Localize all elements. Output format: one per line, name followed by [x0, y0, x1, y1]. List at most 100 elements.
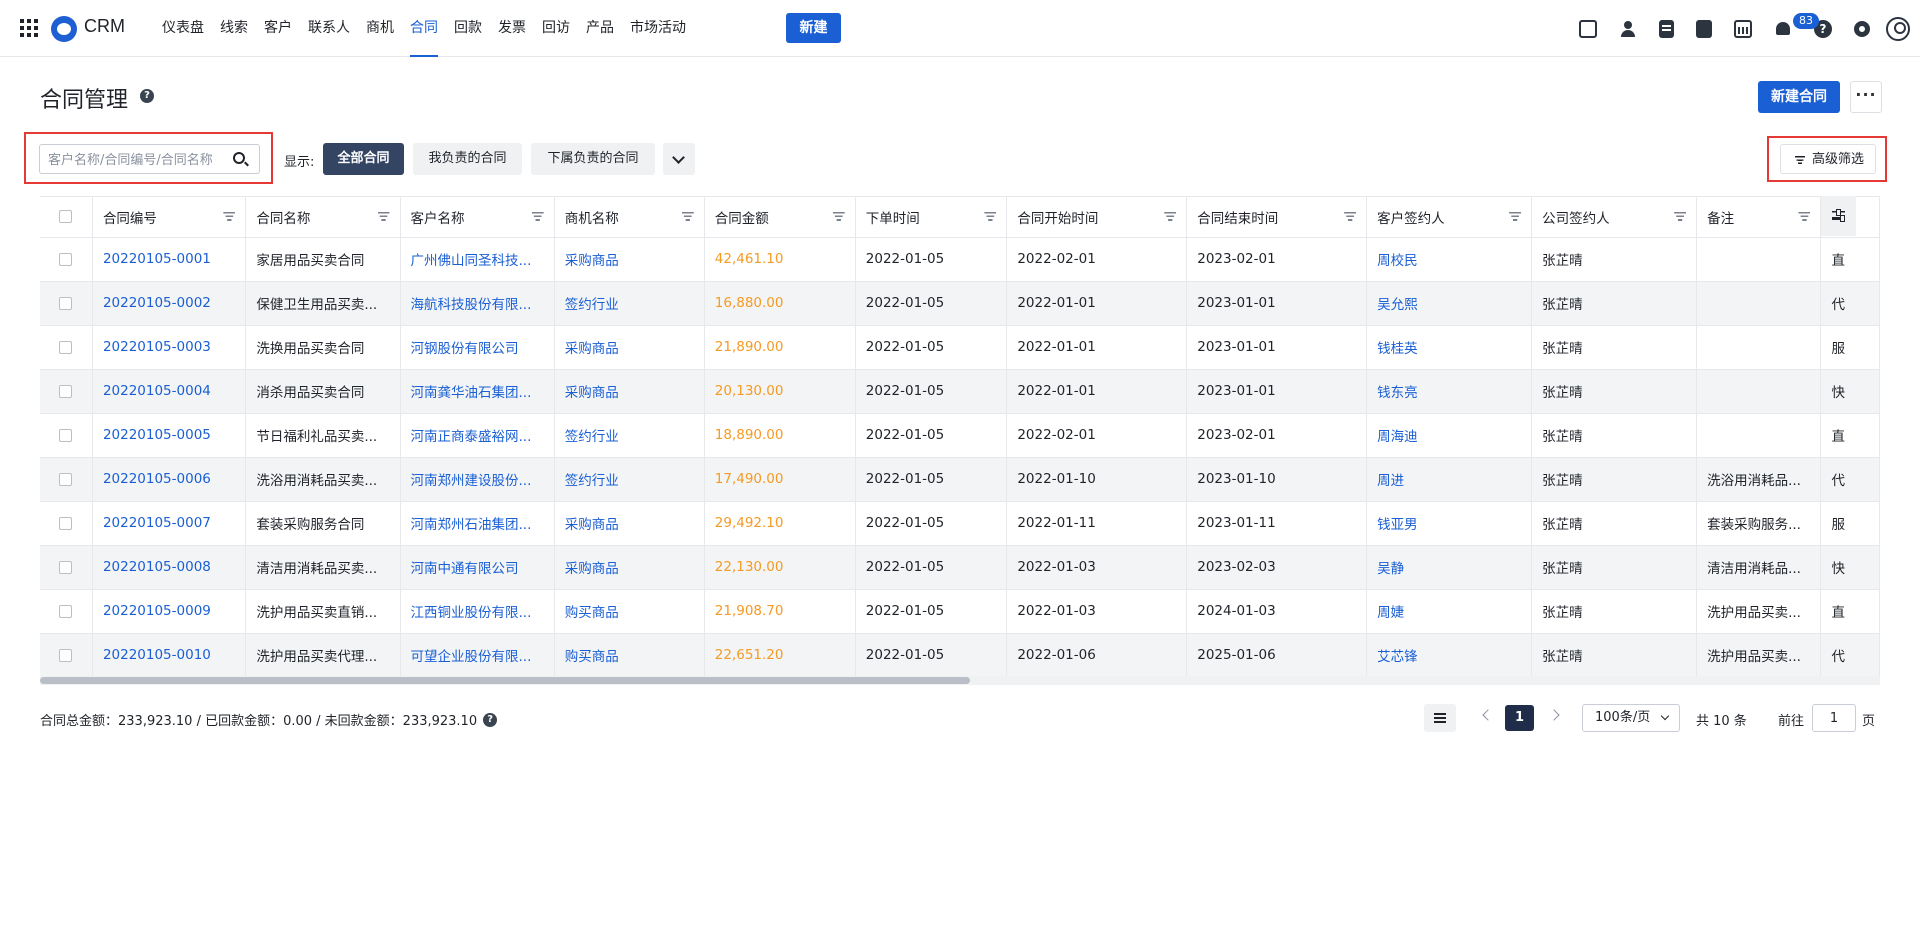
table-cell-3[interactable]: 采购商品	[554, 237, 705, 282]
advanced-filter-button[interactable]: 高级筛选	[1780, 144, 1876, 174]
apps-grid-icon[interactable]	[20, 19, 38, 37]
table-cell-0[interactable]: 20220105-0008	[92, 545, 247, 590]
nav-item-10[interactable]: 市场活动	[622, 0, 694, 57]
new-contract-button[interactable]: 新建合同	[1758, 81, 1840, 113]
table-cell-2[interactable]: 海航科技股份有限...	[400, 281, 555, 326]
nav-item-6[interactable]: 回款	[446, 0, 490, 57]
page-size-select[interactable]: 100条/页	[1582, 704, 1680, 732]
column-filter-icon[interactable]	[223, 212, 236, 221]
calendar-icon[interactable]	[1734, 19, 1752, 38]
row-checkbox[interactable]	[59, 296, 73, 310]
row-checkbox-cell[interactable]	[40, 237, 93, 282]
table-cell-3[interactable]: 购买商品	[554, 589, 705, 634]
column-header-5[interactable]: 下单时间	[855, 197, 1008, 238]
row-checkbox-cell[interactable]	[40, 413, 93, 458]
avatar-icon[interactable]	[1886, 16, 1910, 41]
column-header-4[interactable]: 合同金额	[704, 197, 856, 238]
phone-icon[interactable]	[1696, 19, 1712, 38]
row-checkbox[interactable]	[59, 384, 73, 398]
segment-my-contracts[interactable]: 我负责的合同	[413, 143, 522, 175]
document-icon[interactable]	[1659, 19, 1674, 38]
row-checkbox[interactable]	[59, 472, 73, 486]
bell-icon[interactable]	[1774, 20, 1792, 38]
table-cell-2[interactable]: 河南郑州石油集团...	[400, 501, 555, 546]
more-options-button[interactable]: ···	[1850, 81, 1882, 113]
segment-subordinate-contracts[interactable]: 下属负责的合同	[531, 143, 655, 175]
column-header-1[interactable]: 合同名称	[245, 197, 401, 238]
row-checkbox-cell[interactable]	[40, 281, 93, 326]
prev-page-icon[interactable]	[1482, 709, 1494, 721]
table-cell-8[interactable]: 周进	[1366, 457, 1533, 502]
task-check-icon[interactable]	[1579, 19, 1597, 38]
column-filter-icon[interactable]	[1798, 212, 1811, 221]
table-cell-3[interactable]: 签约行业	[554, 281, 705, 326]
table-cell-8[interactable]: 艾芯锋	[1366, 633, 1533, 678]
list-view-icon[interactable]	[1424, 704, 1456, 732]
table-cell-2[interactable]: 广州佛山同圣科技...	[400, 237, 555, 282]
nav-item-0[interactable]: 仪表盘	[154, 0, 212, 57]
gear-icon[interactable]	[1854, 20, 1870, 37]
table-row[interactable]: 20220105-0003 洗换用品买卖合同 河钢股份有限公司 采购商品 21,890.…	[40, 325, 1880, 370]
column-settings-icon[interactable]	[1821, 196, 1856, 236]
table-cell-0[interactable]: 20220105-0002	[92, 281, 247, 326]
column-filter-icon[interactable]	[832, 212, 845, 221]
table-cell-3[interactable]: 签约行业	[554, 457, 705, 502]
column-header-0[interactable]: 合同编号	[92, 197, 247, 238]
table-cell-0[interactable]: 20220105-0010	[92, 633, 247, 678]
row-checkbox[interactable]	[59, 560, 73, 574]
table-cell-2[interactable]: 河钢股份有限公司	[400, 325, 555, 370]
table-row[interactable]: 20220105-0005 节日福利礼品买卖... 河南正商泰盛裕网... 签约行业 1…	[40, 413, 1880, 458]
row-checkbox[interactable]	[59, 252, 73, 266]
scrollbar-thumb[interactable]	[40, 677, 970, 684]
table-row[interactable]: 20220105-0006 洗浴用消耗品买卖... 河南郑州建设股份... 签约行业 1…	[40, 457, 1880, 502]
table-cell-8[interactable]: 钱桂英	[1366, 325, 1533, 370]
row-checkbox[interactable]	[59, 516, 73, 530]
select-all-checkbox-cell[interactable]	[40, 197, 93, 238]
column-filter-icon[interactable]	[1164, 212, 1177, 221]
goto-page-input[interactable]	[1812, 704, 1856, 732]
row-checkbox-cell[interactable]	[40, 325, 93, 370]
select-all-checkbox[interactable]	[59, 210, 73, 224]
column-filter-icon[interactable]	[1674, 212, 1687, 221]
row-checkbox-cell[interactable]	[40, 501, 93, 546]
table-cell-0[interactable]: 20220105-0005	[92, 413, 247, 458]
column-header-8[interactable]: 客户签约人	[1366, 197, 1533, 238]
table-cell-8[interactable]: 吴静	[1366, 545, 1533, 590]
table-cell-2[interactable]: 河南龚华油石集团...	[400, 369, 555, 414]
next-page-icon[interactable]	[1548, 709, 1560, 721]
table-row[interactable]: 20220105-0010 洗护用品买卖代理... 可望企业股份有限... 购买商品 2…	[40, 633, 1880, 678]
current-page-button[interactable]: 1	[1505, 705, 1534, 731]
table-cell-3[interactable]: 采购商品	[554, 325, 705, 370]
row-checkbox-cell[interactable]	[40, 589, 93, 634]
table-cell-0[interactable]: 20220105-0001	[92, 237, 247, 282]
chevron-down-icon[interactable]	[663, 143, 695, 175]
title-help-icon[interactable]: ?	[140, 89, 154, 103]
table-cell-3[interactable]: 购买商品	[554, 633, 705, 678]
table-cell-0[interactable]: 20220105-0004	[92, 369, 247, 414]
segment-all-contracts[interactable]: 全部合同	[323, 143, 404, 175]
column-filter-icon[interactable]	[681, 212, 694, 221]
search-box[interactable]	[39, 144, 260, 174]
column-filter-icon[interactable]	[531, 212, 544, 221]
search-icon[interactable]	[233, 152, 245, 164]
row-checkbox-cell[interactable]	[40, 457, 93, 502]
table-cell-3[interactable]: 采购商品	[554, 545, 705, 590]
nav-item-9[interactable]: 产品	[578, 0, 622, 57]
table-cell-0[interactable]: 20220105-0006	[92, 457, 247, 502]
table-cell-2[interactable]: 河南中通有限公司	[400, 545, 555, 590]
row-checkbox[interactable]	[59, 428, 73, 442]
nav-item-4[interactable]: 商机	[358, 0, 402, 57]
table-cell-8[interactable]: 钱东亮	[1366, 369, 1533, 414]
nav-item-7[interactable]: 发票	[490, 0, 534, 57]
column-header-2[interactable]: 客户名称	[400, 197, 555, 238]
column-filter-icon[interactable]	[984, 212, 997, 221]
table-cell-8[interactable]: 吴允熙	[1366, 281, 1533, 326]
table-cell-2[interactable]: 江西铜业股份有限...	[400, 589, 555, 634]
table-cell-8[interactable]: 周校民	[1366, 237, 1533, 282]
table-cell-0[interactable]: 20220105-0003	[92, 325, 247, 370]
column-filter-icon[interactable]	[377, 212, 390, 221]
nav-item-3[interactable]: 联系人	[300, 0, 358, 57]
row-checkbox[interactable]	[59, 604, 73, 618]
person-icon[interactable]	[1619, 20, 1637, 38]
row-checkbox-cell[interactable]	[40, 369, 93, 414]
